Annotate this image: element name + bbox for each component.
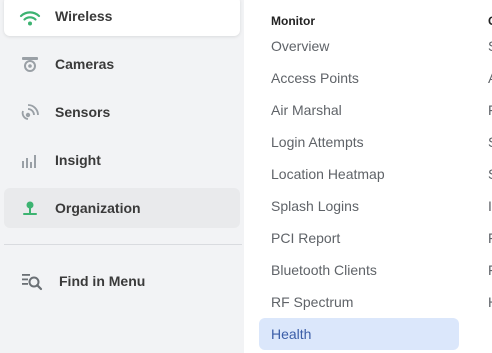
menu-item-location-heatmap[interactable]: Location Heatmap xyxy=(259,158,459,190)
organization-icon xyxy=(18,196,42,220)
wireless-menu-panel: Monitor Overview Access Points Air Marsh… xyxy=(244,0,492,353)
monitor-header: Monitor xyxy=(271,14,315,28)
find-in-menu-label: Find in Menu xyxy=(59,273,146,289)
sensor-icon xyxy=(18,100,42,124)
menu-search-icon xyxy=(20,269,44,293)
sidebar: Wireless Cameras Sensors Insight Organiz… xyxy=(0,0,244,353)
menu-item-health[interactable]: Health xyxy=(259,318,459,350)
menu-item-splash-logins[interactable]: Splash Logins xyxy=(259,190,459,222)
camera-icon xyxy=(18,52,42,76)
menu-item-login-attempts[interactable]: Login Attempts xyxy=(259,126,459,158)
insight-chart-icon xyxy=(18,148,42,172)
sidebar-item-label: Insight xyxy=(55,152,101,168)
sidebar-item-label: Cameras xyxy=(55,56,115,72)
menu-item-bluetooth-clients[interactable]: Bluetooth Clients xyxy=(259,254,459,286)
sidebar-item-sensors[interactable]: Sensors xyxy=(4,92,240,132)
menu-item-col2[interactable]: F xyxy=(488,102,492,118)
sidebar-divider xyxy=(4,244,242,245)
sidebar-item-label: Organization xyxy=(55,200,141,216)
menu-item-rf-spectrum[interactable]: RF Spectrum xyxy=(259,286,459,318)
menu-item-air-marshal[interactable]: Air Marshal xyxy=(259,94,459,126)
menu-item-col2[interactable]: A xyxy=(488,70,492,86)
menu-item-pci-report[interactable]: PCI Report xyxy=(259,222,459,254)
menu-item-col2[interactable]: S xyxy=(488,38,492,54)
menu-item-col2[interactable]: F xyxy=(488,230,492,246)
menu-item-col2[interactable]: S xyxy=(488,134,492,150)
sidebar-item-wireless[interactable]: Wireless xyxy=(4,0,240,36)
configure-header: C xyxy=(488,14,492,28)
menu-item-col2[interactable]: H xyxy=(488,294,492,310)
menu-item-overview[interactable]: Overview xyxy=(259,30,459,62)
sidebar-item-label: Sensors xyxy=(55,104,111,120)
wifi-icon xyxy=(18,6,42,30)
menu-item-access-points[interactable]: Access Points xyxy=(259,62,459,94)
sidebar-item-cameras[interactable]: Cameras xyxy=(4,44,240,84)
sidebar-item-organization[interactable]: Organization xyxy=(4,188,240,228)
find-in-menu-button[interactable]: Find in Menu xyxy=(4,262,240,300)
menu-item-col2[interactable]: I xyxy=(488,198,492,214)
sidebar-item-insight[interactable]: Insight xyxy=(4,140,240,180)
menu-item-col2[interactable]: F xyxy=(488,262,492,278)
sidebar-item-label: Wireless xyxy=(55,8,113,24)
menu-item-col2[interactable]: S xyxy=(488,166,492,182)
